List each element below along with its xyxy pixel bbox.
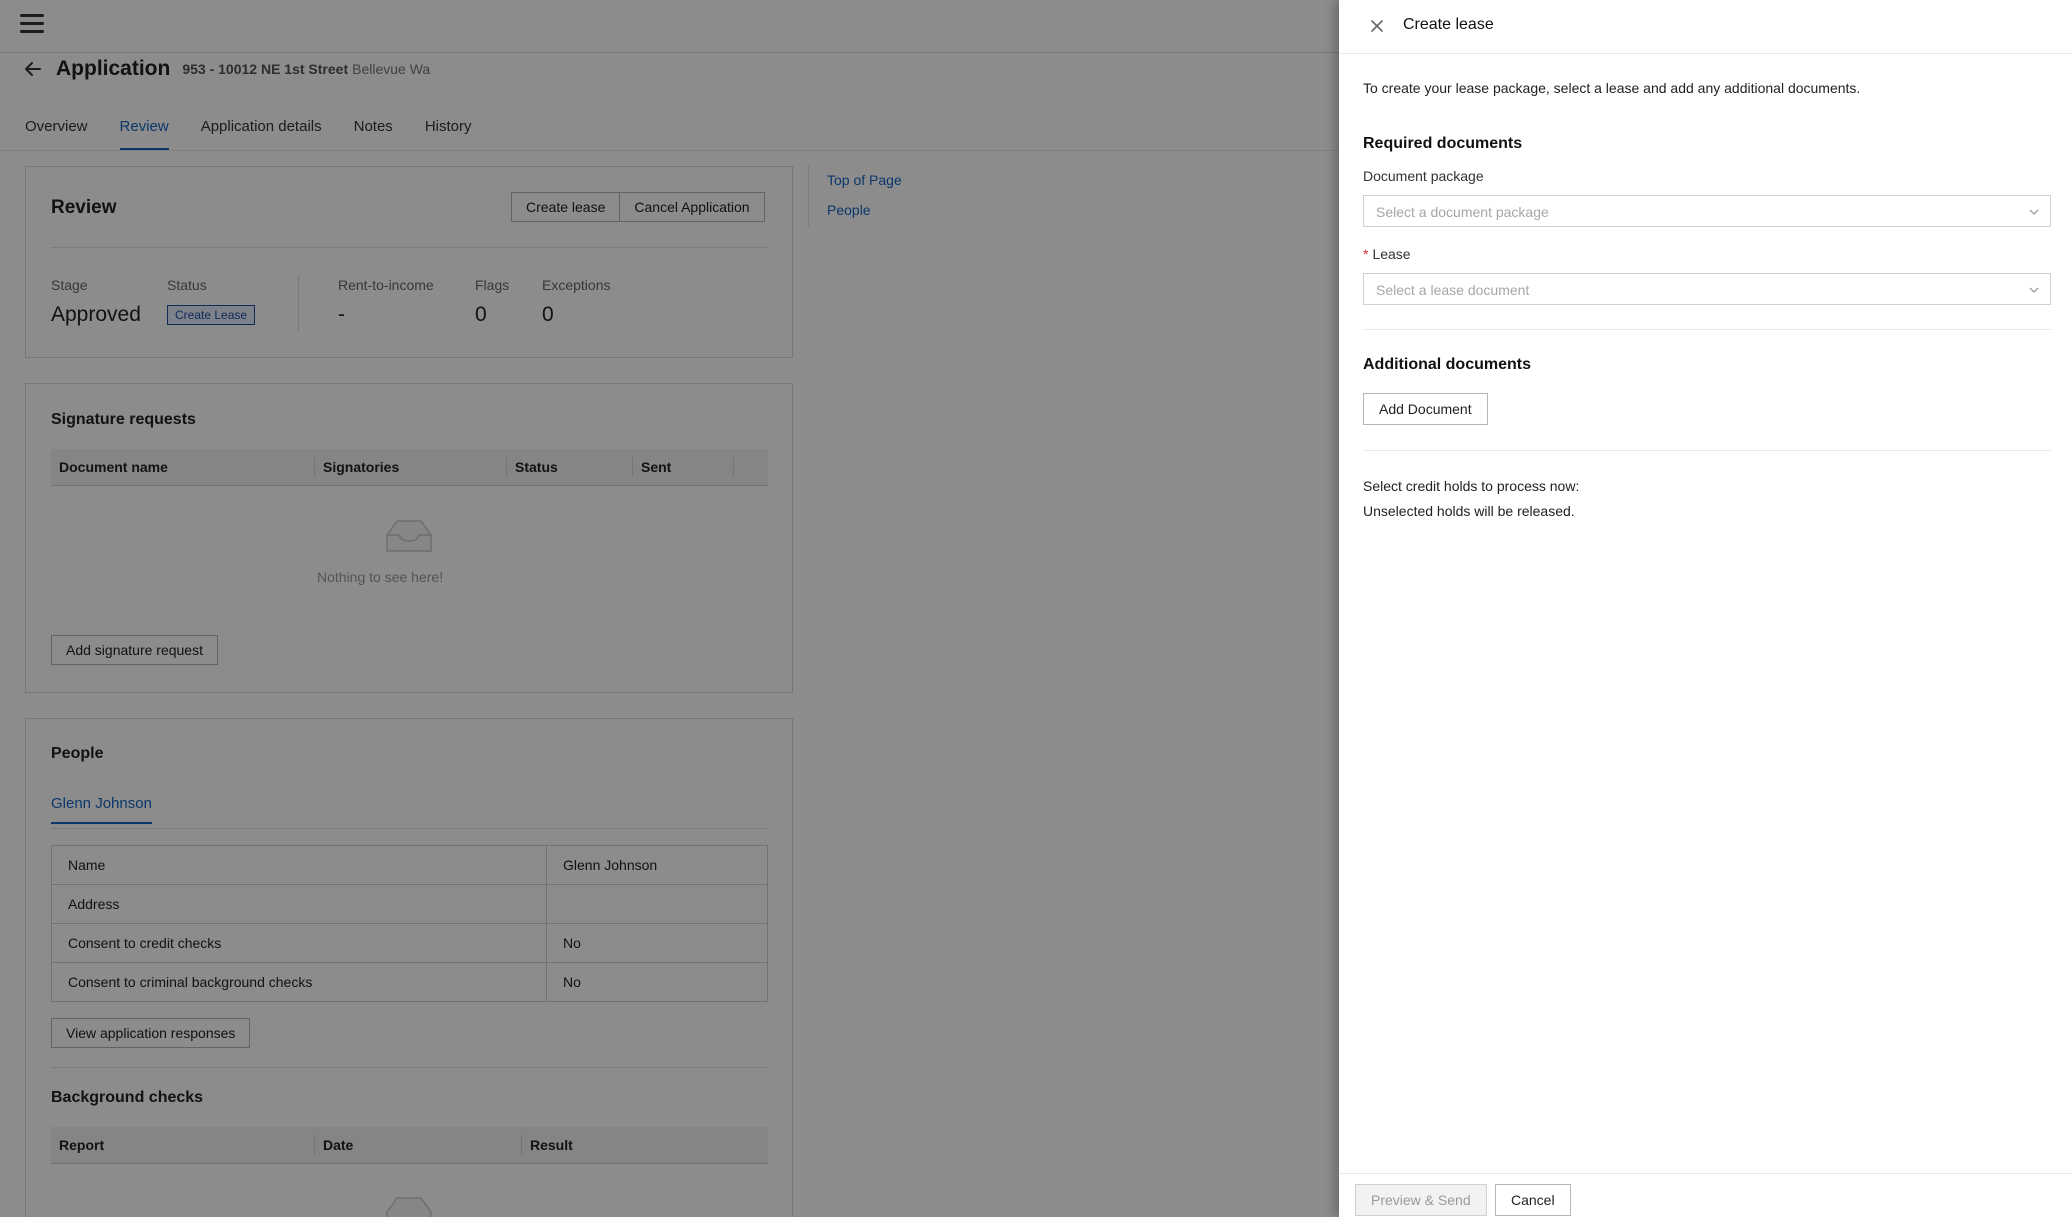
- document-package-select[interactable]: Select a document package: [1363, 195, 2051, 227]
- credit-holds-note: Unselected holds will be released.: [1363, 503, 1575, 519]
- required-asterisk: *: [1363, 246, 1369, 262]
- drawer-header: Create lease: [1339, 0, 2072, 54]
- lease-label: * Lease: [1363, 246, 1411, 262]
- additional-documents-title: Additional documents: [1363, 356, 1531, 373]
- drawer-title: Create lease: [1403, 16, 1494, 33]
- cancel-button[interactable]: Cancel: [1495, 1184, 1571, 1216]
- lease-label-text: Lease: [1372, 246, 1411, 262]
- document-package-label: Document package: [1363, 168, 1484, 184]
- credit-holds-instruction: Select credit holds to process now:: [1363, 478, 1580, 494]
- preview-send-button[interactable]: Preview & Send: [1355, 1184, 1487, 1216]
- document-package-placeholder: Select a document package: [1376, 204, 1549, 220]
- drawer-intro-text: To create your lease package, select a l…: [1363, 80, 1861, 96]
- section-divider: [1363, 450, 2051, 451]
- close-icon[interactable]: [1369, 18, 1385, 34]
- section-divider: [1363, 329, 2051, 330]
- chevron-down-icon: [2029, 209, 2039, 215]
- required-documents-title: Required documents: [1363, 135, 1523, 152]
- modal-backdrop[interactable]: [0, 0, 1339, 1217]
- lease-document-select[interactable]: Select a lease document: [1363, 273, 2051, 305]
- add-document-button[interactable]: Add Document: [1363, 393, 1488, 425]
- lease-document-placeholder: Select a lease document: [1376, 282, 1530, 298]
- drawer-footer: Preview & Send Cancel: [1339, 1173, 2072, 1217]
- chevron-down-icon: [2029, 287, 2039, 293]
- create-lease-drawer: Create lease To create your lease packag…: [1339, 0, 2072, 1217]
